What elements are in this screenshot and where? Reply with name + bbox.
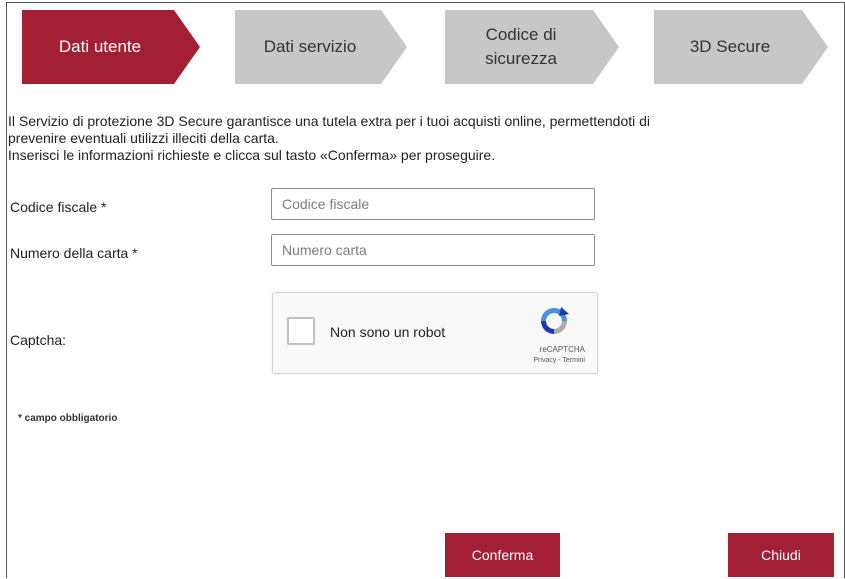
intro-line: Il Servizio di protezione 3D Secure gara… bbox=[8, 113, 651, 129]
step-3d-secure: 3D Secure bbox=[654, 10, 828, 84]
step-label: Dati servizio bbox=[263, 37, 357, 56]
fiscal-code-input[interactable] bbox=[271, 188, 595, 220]
close-button[interactable]: Chiudi bbox=[728, 533, 834, 577]
recaptcha-terms-link[interactable]: Privacy - Termini bbox=[533, 357, 585, 364]
step-label: 3D Secure bbox=[689, 37, 771, 56]
recaptcha-widget: Non sono un robot reCAPTCHA Privacy - Te… bbox=[272, 292, 598, 374]
card-number-label: Numero della carta * bbox=[10, 245, 138, 261]
fiscal-code-label: Codice fiscale * bbox=[10, 199, 107, 215]
intro-text: Il Servizio di protezione 3D Secure gara… bbox=[8, 113, 808, 164]
step-label-line2: sicurezza bbox=[485, 49, 557, 68]
card-number-input[interactable] bbox=[271, 234, 595, 266]
recaptcha-checkbox[interactable] bbox=[287, 317, 315, 345]
intro-line: prevenire eventuali utilizzi illeciti de… bbox=[8, 130, 279, 146]
page-frame bbox=[6, 2, 845, 578]
step-codice-sicurezza: Codice di sicurezza bbox=[445, 10, 619, 84]
recaptcha-logo-icon bbox=[541, 307, 569, 334]
required-field-note: * campo obbligatorio bbox=[18, 413, 118, 424]
step-label-line1: Codice di bbox=[485, 25, 557, 44]
step-dati-servizio: Dati servizio bbox=[235, 10, 407, 84]
step-dati-utente: Dati utente bbox=[22, 10, 200, 84]
intro-line: Inserisci le informazioni richieste e cl… bbox=[8, 147, 496, 163]
step-label: Dati utente bbox=[58, 37, 142, 56]
recaptcha-text: Non sono un robot bbox=[330, 324, 446, 340]
recaptcha-brand: reCAPTCHA bbox=[539, 345, 585, 354]
confirm-button[interactable]: Conferma bbox=[445, 533, 560, 577]
step-label: Codice di sicurezza bbox=[485, 23, 579, 71]
captcha-label: Captcha: bbox=[10, 332, 67, 348]
